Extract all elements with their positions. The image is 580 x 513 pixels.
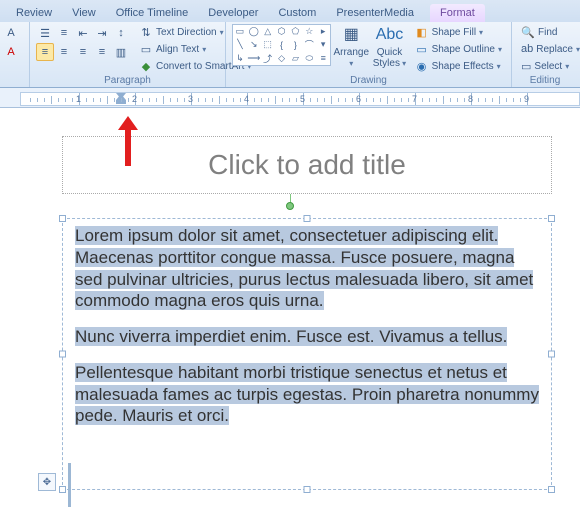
- align-left-button[interactable]: ≡: [36, 43, 54, 61]
- tab-review[interactable]: Review: [6, 4, 62, 22]
- replace-icon: ab: [521, 42, 533, 56]
- justify-button[interactable]: ≡: [93, 43, 111, 61]
- resize-handle[interactable]: [548, 486, 555, 493]
- slide-workspace: Click to add title Lorem ipsum dolor sit…: [0, 108, 580, 513]
- rotation-handle[interactable]: [286, 202, 294, 210]
- resize-handle[interactable]: [59, 486, 66, 493]
- tab-view[interactable]: View: [62, 4, 106, 22]
- quick-styles-button[interactable]: Abc Quick Styles: [371, 24, 407, 69]
- align-text-icon: ▭: [139, 42, 153, 56]
- arrange-button[interactable]: ▦ Arrange: [333, 24, 369, 69]
- shape-fill-icon: ◧: [415, 25, 429, 39]
- decrease-indent-button[interactable]: ⇤: [74, 24, 92, 42]
- ribbon-tabs: Review View Office Timeline Developer Cu…: [0, 0, 580, 22]
- numbering-button[interactable]: ≡: [55, 24, 73, 42]
- content-placeholder[interactable]: Lorem ipsum dolor sit amet, consectetuer…: [62, 218, 552, 490]
- resize-handle[interactable]: [304, 486, 311, 493]
- shape-effects-icon: ◉: [415, 59, 429, 73]
- select-button[interactable]: ▭Select: [518, 58, 572, 74]
- smartart-icon: ◆: [139, 59, 153, 73]
- horizontal-ruler[interactable]: 123456789: [0, 88, 580, 108]
- resize-handle[interactable]: [59, 215, 66, 222]
- tab-office-timeline[interactable]: Office Timeline: [106, 4, 199, 22]
- shape-outline-button[interactable]: ▭Shape Outline: [412, 41, 505, 57]
- shape-effects-button[interactable]: ◉Shape Effects: [412, 58, 505, 74]
- body-paragraph-3[interactable]: Pellentesque habitant morbi tristique se…: [75, 363, 539, 426]
- font-color-button[interactable]: A: [2, 43, 20, 61]
- find-icon: 🔍: [521, 25, 535, 39]
- columns-button[interactable]: ▥: [112, 43, 130, 61]
- quick-styles-icon: Abc: [378, 24, 400, 46]
- title-placeholder-text: Click to add title: [208, 149, 406, 181]
- tab-presentermedia[interactable]: PresenterMedia: [326, 4, 424, 22]
- resize-handle[interactable]: [59, 351, 66, 358]
- annotation-arrow: [118, 116, 138, 166]
- group-label-editing: Editing: [518, 75, 572, 87]
- resize-handle[interactable]: [548, 351, 555, 358]
- tab-custom[interactable]: Custom: [268, 4, 326, 22]
- slide[interactable]: Click to add title Lorem ipsum dolor sit…: [0, 108, 580, 513]
- increase-indent-button[interactable]: ⇥: [93, 24, 111, 42]
- select-icon: ▭: [521, 59, 531, 73]
- bullets-button[interactable]: ☰: [36, 24, 54, 42]
- text-direction-icon: ⇅: [139, 25, 153, 39]
- resize-handle[interactable]: [548, 215, 555, 222]
- group-label-drawing: Drawing: [232, 75, 505, 87]
- align-center-button[interactable]: ≡: [55, 43, 73, 61]
- align-right-button[interactable]: ≡: [74, 43, 92, 61]
- shapes-gallery[interactable]: ▭◯△⬡⬠☆▸ ╲↘⬚{}⌒▾ ↳⟶⤴◇▱⬭≡: [232, 24, 331, 66]
- grow-font-button[interactable]: A: [2, 24, 20, 42]
- body-paragraph-1[interactable]: Lorem ipsum dolor sit amet, consectetuer…: [75, 226, 533, 310]
- line-spacing-button[interactable]: ↕: [112, 24, 130, 42]
- ribbon: A A ☰ ≡ ⇤ ⇥ ↕ ≡ ≡ ≡ ≡ ▥: [0, 22, 580, 88]
- replace-button[interactable]: abReplace: [518, 41, 572, 57]
- shape-outline-icon: ▭: [415, 42, 429, 56]
- arrange-icon: ▦: [340, 24, 362, 46]
- group-label-paragraph: Paragraph: [36, 75, 219, 87]
- shape-fill-button[interactable]: ◧Shape Fill: [412, 24, 505, 40]
- autofit-options-button[interactable]: ✥: [38, 473, 56, 491]
- find-button[interactable]: 🔍Find: [518, 24, 572, 40]
- resize-handle[interactable]: [304, 215, 311, 222]
- body-paragraph-2[interactable]: Nunc viverra imperdiet enim. Fusce est. …: [75, 327, 507, 346]
- tab-format[interactable]: Format: [430, 4, 485, 22]
- tab-developer[interactable]: Developer: [198, 4, 268, 22]
- selection-indicator: [68, 463, 71, 507]
